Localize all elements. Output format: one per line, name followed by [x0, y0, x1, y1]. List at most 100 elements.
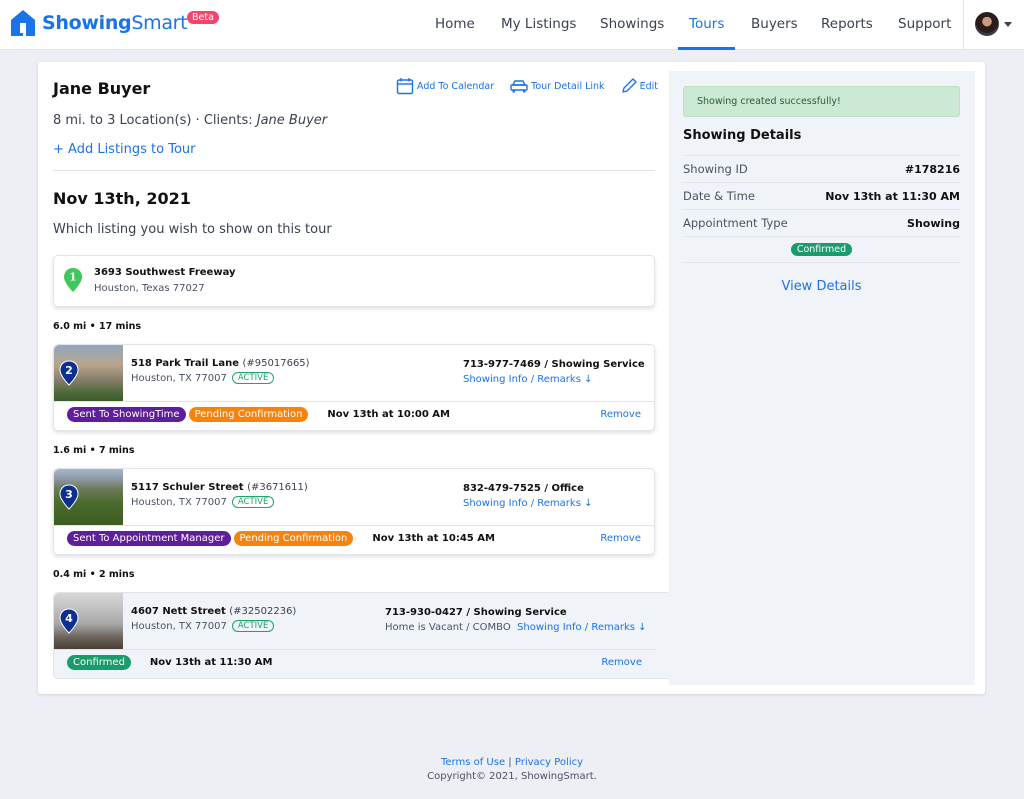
car-icon [510, 80, 528, 93]
leg-distance: 0.4 mi • 2 mins [53, 569, 135, 580]
tour-actions: Add To Calendar Tour Detail Link Edit [396, 77, 658, 95]
chevron-down-icon[interactable] [1004, 22, 1012, 27]
nav-support[interactable]: Support [898, 0, 951, 50]
success-alert: Showing created successfully! [683, 86, 960, 117]
remove-listing-button[interactable]: Remove [600, 533, 641, 544]
nav-tours[interactable]: Tours [677, 0, 736, 50]
start-street: 3693 Southwest Freeway [94, 267, 236, 278]
map-pin-icon: 4 [59, 608, 79, 634]
detail-status-row: Confirmed [683, 236, 960, 263]
tour-detail-link-button[interactable]: Tour Detail Link [510, 79, 605, 93]
listing-street[interactable]: 4607 Nett Street (#32502236) [131, 606, 296, 617]
terms-link[interactable]: Terms of Use [441, 757, 505, 768]
nav-buyers[interactable]: Buyers [751, 0, 798, 50]
detail-row-showing-id: Showing ID #178216 [683, 155, 960, 182]
add-listings-link[interactable]: + Add Listings to Tour [53, 142, 196, 157]
nav-home[interactable]: Home [435, 0, 475, 50]
edit-tour-button[interactable]: Edit [621, 78, 658, 94]
leg-distance: 1.6 mi • 7 mins [53, 445, 135, 456]
top-navbar: ShowingSmart Beta Home My Listings Showi… [0, 0, 1024, 50]
listing-city: Houston, TX 77007 [131, 372, 227, 384]
showing-time: Nov 13th at 11:30 AM [149, 657, 273, 668]
showing-info-link[interactable]: Showing Info / Remarks ↓ [463, 498, 592, 509]
confirmed-status-pill: Confirmed [790, 243, 853, 256]
divider [54, 525, 654, 526]
confirmed-status-pill: Confirmed [67, 655, 131, 670]
sent-status-pill: Sent To Appointment Manager [67, 531, 231, 546]
listing-contact: 713-930-0427 / Showing Service [385, 607, 567, 618]
tour-detail-link-label: Tour Detail Link [531, 80, 605, 92]
listing-mls: (#32502236) [229, 606, 297, 617]
client-name: Jane Buyer [256, 113, 328, 128]
listing-contact: 832-479-7525 / Office [463, 483, 584, 494]
nav-showings[interactable]: Showings [600, 0, 664, 50]
listing-card[interactable]: 2 518 Park Trail Lane (#95017665) Housto… [53, 344, 655, 431]
svg-text:2: 2 [65, 364, 73, 377]
map-pin-icon: 2 [59, 360, 79, 386]
listing-contact: 713-977-7469 / Showing Service [463, 359, 645, 370]
details-title: Showing Details [683, 128, 802, 143]
listing-mls: (#3671611) [247, 482, 308, 493]
map-pin-icon: 1 [64, 268, 82, 292]
view-details-link[interactable]: View Details [683, 279, 960, 294]
listing-city: Houston, TX 77007 [131, 496, 227, 508]
add-to-calendar-label: Add To Calendar [417, 80, 495, 92]
showing-time: Nov 13th at 10:45 AM [372, 533, 495, 544]
beta-badge: Beta [187, 11, 219, 24]
footer: Terms of Use | Privacy Policy Copyright©… [0, 757, 1024, 782]
leg-distance: 6.0 mi • 17 mins [53, 321, 142, 332]
appointment-type-value: Showing [907, 216, 960, 230]
listing-street[interactable]: 518 Park Trail Lane (#95017665) [131, 358, 310, 369]
map-pin-icon: 3 [59, 484, 79, 510]
pending-status-pill: Pending Confirmation [233, 531, 354, 546]
remove-listing-button[interactable]: Remove [600, 409, 641, 420]
nav-my-listings[interactable]: My Listings [501, 0, 576, 50]
showing-info-link[interactable]: Showing Info / Remarks ↓ [517, 622, 646, 633]
house-logo-icon [11, 10, 35, 36]
privacy-link[interactable]: Privacy Policy [515, 757, 583, 768]
showing-info-link[interactable]: Showing Info / Remarks ↓ [463, 374, 592, 385]
svg-text:4: 4 [65, 612, 73, 625]
divider [54, 649, 656, 650]
date-time-value: Nov 13th at 11:30 AM [825, 189, 960, 203]
listing-street[interactable]: 5117 Schuler Street (#3671611) [131, 482, 308, 493]
status-badge: ACTIVE [231, 620, 275, 632]
detail-row-date-time: Date & Time Nov 13th at 11:30 AM [683, 182, 960, 209]
showing-time: Nov 13th at 10:00 AM [327, 409, 450, 420]
edit-label: Edit [639, 80, 658, 92]
divider [54, 401, 654, 402]
listing-photo[interactable]: 3 [54, 469, 123, 525]
tour-title: Jane Buyer [53, 79, 151, 98]
user-avatar[interactable] [975, 12, 999, 36]
listing-city: Houston, TX 77007 [131, 620, 227, 632]
add-to-calendar-button[interactable]: Add To Calendar [396, 77, 494, 95]
sent-status-pill: Sent To ShowingTime [67, 407, 186, 422]
listing-photo[interactable]: 4 [54, 593, 123, 649]
status-badge: ACTIVE [231, 372, 275, 384]
remove-listing-button[interactable]: Remove [601, 657, 642, 668]
tour-card: Jane Buyer Add To Calendar Tour Detail L… [38, 62, 985, 694]
tour-summary: 8 mi. to 3 Location(s) · Clients: Jane B… [53, 113, 328, 128]
start-location-card: 1 3693 Southwest Freeway Houston, Texas … [53, 255, 655, 307]
svg-text:3: 3 [65, 488, 73, 501]
listing-card[interactable]: 3 5117 Schuler Street (#3671611) Houston… [53, 468, 655, 555]
nav-reports[interactable]: Reports [821, 0, 873, 50]
nav-divider [963, 0, 964, 50]
calendar-icon [396, 78, 414, 95]
divider [53, 170, 655, 171]
pencil-icon [621, 78, 637, 93]
listing-photo[interactable]: 2 [54, 345, 123, 401]
detail-row-appointment-type: Appointment Type Showing [683, 209, 960, 236]
copyright: Copyright© 2021, ShowingSmart. [427, 771, 597, 782]
tour-date: Nov 13th, 2021 [53, 189, 191, 208]
access-note: Home is Vacant / COMBO [385, 622, 511, 633]
brand-name: ShowingSmart [42, 12, 188, 34]
brand-logo[interactable]: ShowingSmart Beta [10, 9, 219, 37]
start-city: Houston, Texas 77027 [94, 283, 205, 294]
footer-separator: | [505, 757, 515, 768]
svg-text:1: 1 [69, 271, 77, 284]
pending-status-pill: Pending Confirmation [188, 407, 309, 422]
listing-card-selected[interactable]: 4 4607 Nett Street (#32502236) Houston, … [53, 592, 670, 679]
listing-mls: (#95017665) [242, 358, 310, 369]
status-badge: ACTIVE [231, 496, 275, 508]
